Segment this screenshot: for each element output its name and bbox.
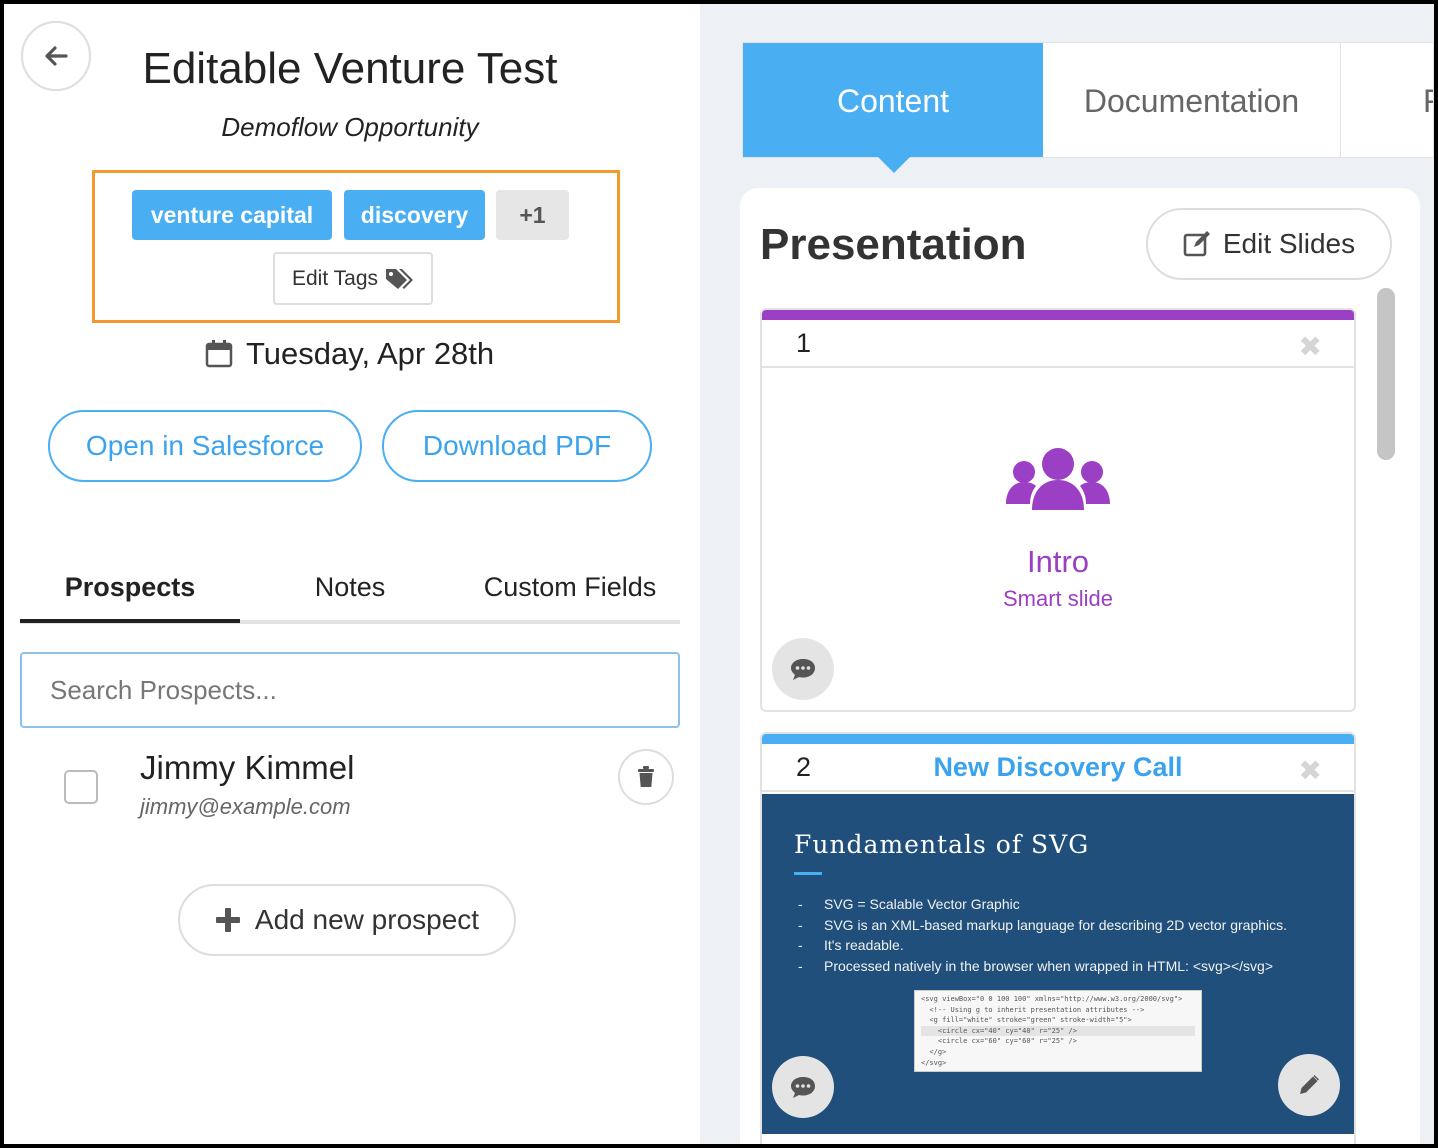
tag-more-badge[interactable]: +1	[496, 190, 569, 240]
download-pdf-button[interactable]: Download PDF	[382, 410, 652, 482]
edit-slides-label: Edit Slides	[1222, 228, 1356, 259]
code-line: <circle cx="40" cy="40" r="25" />	[921, 1025, 1195, 1037]
code-line: <circle cx="60" cy="60" r="25" />	[921, 1037, 1077, 1046]
content-panel: Content Documentation F Presentation Edi…	[700, 4, 1434, 1144]
preview-bullet: SVG = Scalable Vector Graphic	[798, 894, 1287, 915]
plus-icon	[215, 908, 240, 932]
code-line: <svg viewBox="0 0 100 100" xmlns="http:/…	[921, 995, 1183, 1003]
preview-bullets: SVG = Scalable Vector Graphic SVG is an …	[798, 894, 1287, 976]
edit-slides-button[interactable]: Edit Slides	[1146, 208, 1392, 280]
edit-tags-label: Edit Tags	[292, 266, 378, 290]
tags-section: venture capital discovery +1 Edit Tags	[92, 170, 620, 323]
presentation-card: Presentation Edit Slides 1 ✖ Intro Smart…	[740, 188, 1420, 1144]
date-row: Tuesday, Apr 28th	[204, 334, 494, 374]
edit-slide-button[interactable]	[1278, 1054, 1340, 1116]
slide-label: Intro	[1026, 544, 1090, 579]
code-line: </g>	[921, 1047, 947, 1056]
prospect-name: Jimmy Kimmel	[140, 749, 355, 786]
code-line: <g fill="white" stroke="green" stroke-wi…	[921, 1016, 1132, 1025]
slide-card-1[interactable]: 1 ✖ Intro Smart slide	[760, 308, 1356, 712]
code-line: </svg>	[921, 1058, 947, 1067]
slide-preview: Fundamentals of SVG SVG = Scalable Vecto…	[762, 794, 1354, 1134]
content-tab-bar: Content Documentation F	[742, 42, 1434, 158]
preview-code-block: <svg viewBox="0 0 100 100" xmlns="http:/…	[914, 990, 1202, 1072]
slide-number: 1	[796, 328, 812, 358]
tag-venture-capital[interactable]: venture capital	[132, 190, 332, 240]
active-tab-indicator	[20, 619, 240, 623]
add-new-prospect-label: Add new prospect	[254, 904, 480, 935]
search-prospects-input[interactable]	[20, 652, 680, 728]
prospect-email: jimmy@example.com	[140, 794, 351, 819]
opportunity-date: Tuesday, Apr 28th	[246, 336, 495, 371]
tab-documentation[interactable]: Documentation	[1043, 43, 1341, 157]
scrollbar-thumb[interactable]	[1377, 288, 1395, 460]
tab-prospects[interactable]: Prospects	[20, 554, 240, 620]
slide-name[interactable]: New Discovery Call	[762, 752, 1354, 783]
add-new-prospect-button[interactable]: Add new prospect	[178, 884, 516, 956]
preview-divider	[794, 872, 822, 875]
calendar-icon	[205, 340, 233, 368]
tags-icon	[386, 268, 413, 289]
slide-color-bar	[762, 310, 1354, 320]
tab-partial[interactable]: F	[1341, 43, 1433, 157]
users-icon	[1006, 448, 1110, 510]
slide-header: 2 New Discovery Call ✖	[762, 744, 1354, 792]
opportunity-panel: Editable Venture Test Demoflow Opportuni…	[4, 4, 700, 1144]
edit-tags-button[interactable]: Edit Tags	[273, 252, 433, 305]
slide-card-2[interactable]: 2 New Discovery Call ✖ Fundamentals of S…	[760, 732, 1356, 1144]
page-title: Editable Venture Test	[142, 44, 558, 93]
remove-slide-button[interactable]: ✖	[1299, 330, 1322, 363]
tab-notes[interactable]: Notes	[240, 554, 460, 620]
slide-comments-button[interactable]	[772, 638, 834, 700]
code-line: <!-- Using g to inherit presentation att…	[921, 1005, 1145, 1014]
presentation-title: Presentation	[760, 220, 1027, 269]
tab-content[interactable]: Content	[743, 43, 1043, 157]
slide-comments-button[interactable]	[772, 1056, 834, 1118]
remove-slide-button[interactable]: ✖	[1299, 754, 1322, 787]
tab-custom-fields[interactable]: Custom Fields	[460, 554, 680, 620]
preview-bullet: It's readable.	[798, 935, 1287, 956]
preview-bullet: Processed natively in the browser when w…	[798, 956, 1287, 977]
trash-icon	[638, 766, 654, 787]
comment-icon	[791, 659, 815, 680]
active-tab-pointer	[878, 157, 910, 173]
edit-icon	[1183, 231, 1210, 257]
app-window: Editable Venture Test Demoflow Opportuni…	[4, 4, 1434, 1144]
tag-discovery[interactable]: discovery	[344, 190, 485, 240]
delete-prospect-button[interactable]	[618, 749, 674, 805]
page-subtitle: Demoflow Opportunity	[221, 112, 479, 142]
comment-icon	[791, 1077, 815, 1098]
pencil-icon	[1300, 1075, 1319, 1094]
preview-title: Fundamentals of SVG	[794, 830, 1090, 859]
slide-color-bar	[762, 734, 1354, 744]
preview-bullet: SVG is an XML-based markup language for …	[798, 915, 1287, 936]
slide-header: 1 ✖	[762, 320, 1354, 368]
slide-sublabel: Smart slide	[1002, 586, 1114, 611]
detail-tabs: Prospects Notes Custom Fields	[20, 554, 680, 624]
open-in-salesforce-button[interactable]: Open in Salesforce	[48, 410, 362, 482]
prospect-checkbox[interactable]	[64, 770, 98, 804]
